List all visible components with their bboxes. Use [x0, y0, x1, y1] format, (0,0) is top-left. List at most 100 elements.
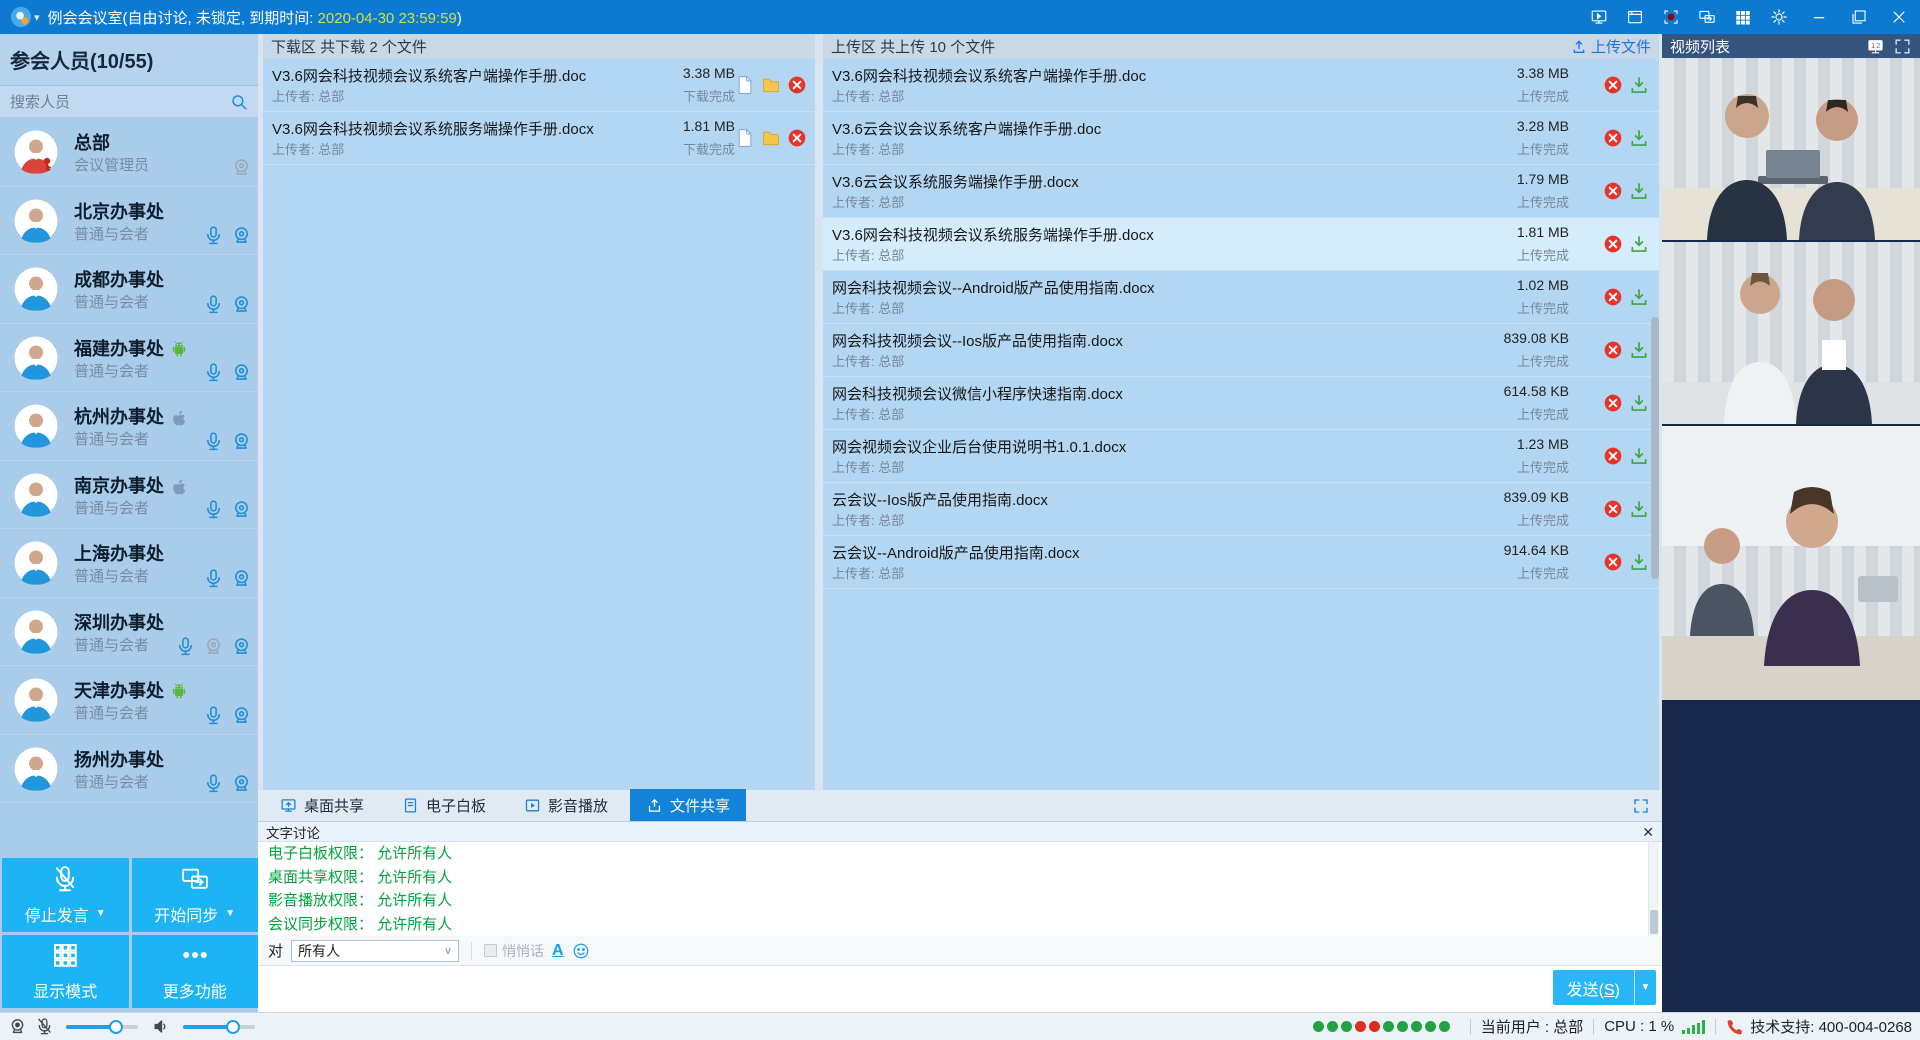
dropdown-caret[interactable]: ▼: [225, 908, 235, 919]
download-icon[interactable]: [1629, 128, 1649, 148]
participant-row[interactable]: 上海办事处 普通与会者: [0, 529, 258, 598]
upload-file-row[interactable]: V3.6云会议会议系统客户端操作手册.doc 上传者: 总部 3.28 MB 上…: [823, 112, 1659, 165]
fullscreen-icon[interactable]: [1632, 797, 1650, 815]
delete-icon[interactable]: [1603, 287, 1623, 307]
mic-icon[interactable]: [203, 225, 224, 246]
upload-file-row[interactable]: V3.6网会科技视频会议系统服务端操作手册.docx 上传者: 总部 1.81 …: [823, 218, 1659, 271]
tab-desktop-share[interactable]: 桌面共享: [264, 789, 380, 821]
checkbox-icon[interactable]: [484, 944, 497, 957]
delete-icon[interactable]: [1603, 181, 1623, 201]
participant-row[interactable]: 深圳办事处 普通与会者: [0, 598, 258, 667]
start-sync-button[interactable]: 开始同步▼: [132, 858, 259, 932]
send-dropdown-caret[interactable]: ▼: [1634, 970, 1656, 1005]
close-icon[interactable]: [1888, 6, 1910, 28]
video-thumbnail[interactable]: [1662, 426, 1920, 700]
mic-volume-slider[interactable]: [66, 1025, 138, 1029]
minimize-icon[interactable]: [1808, 6, 1830, 28]
whisper-checkbox[interactable]: 悄悄话: [484, 941, 544, 961]
delete-icon[interactable]: [1603, 234, 1623, 254]
mic-muted-icon[interactable]: [35, 1017, 54, 1036]
doc-icon[interactable]: [735, 75, 755, 95]
participant-row[interactable]: 成都办事处 普通与会者: [0, 255, 258, 324]
download-icon[interactable]: [1629, 75, 1649, 95]
search-input[interactable]: 搜索人员: [0, 86, 258, 118]
download-file-row[interactable]: V3.6网会科技视频会议系统客户端操作手册.doc 上传者: 总部 3.38 M…: [263, 59, 815, 112]
participant-row[interactable]: 福建办事处 普通与会者: [0, 324, 258, 393]
speaker-volume-slider[interactable]: [183, 1025, 255, 1029]
download-icon[interactable]: [1629, 499, 1649, 519]
mic-icon[interactable]: [175, 636, 196, 657]
mic-icon[interactable]: [203, 773, 224, 794]
mic-icon[interactable]: [203, 362, 224, 383]
participant-row[interactable]: 扬州办事处 普通与会者: [0, 735, 258, 804]
record-icon[interactable]: [1660, 6, 1682, 28]
tab-file-share[interactable]: 文件共享: [630, 789, 746, 821]
download-icon[interactable]: [1629, 446, 1649, 466]
mic-icon[interactable]: [203, 431, 224, 452]
webcam-icon[interactable]: [231, 431, 252, 452]
webcam-icon[interactable]: [231, 294, 252, 315]
upload-file-row[interactable]: 云会议--Android版产品使用指南.docx 上传者: 总部 914.64 …: [823, 536, 1659, 589]
folder-icon[interactable]: [761, 128, 781, 148]
delete-icon[interactable]: [787, 75, 807, 95]
webcam-icon[interactable]: [231, 225, 252, 246]
webcam-icon[interactable]: [231, 362, 252, 383]
send-button[interactable]: 发送(S) ▼: [1553, 970, 1656, 1005]
video-thumbnail[interactable]: [1662, 242, 1920, 424]
video-expand-icon[interactable]: [1893, 37, 1912, 56]
video-wall-icon[interactable]: [1732, 6, 1754, 28]
download-icon[interactable]: [1629, 181, 1649, 201]
webcam-icon[interactable]: [231, 499, 252, 520]
upload-file-row[interactable]: 网会科技视频会议--Ios版产品使用指南.docx 上传者: 总部 839.08…: [823, 324, 1659, 377]
download-file-row[interactable]: V3.6网会科技视频会议系统服务端操作手册.docx 上传者: 总部 1.81 …: [263, 112, 815, 165]
webcam-icon[interactable]: [231, 705, 252, 726]
upload-file-row[interactable]: V3.6云会议系统服务端操作手册.docx 上传者: 总部 1.79 MB 上传…: [823, 165, 1659, 218]
recipient-select[interactable]: 所有人 ∨: [291, 940, 459, 962]
upload-file-row[interactable]: 网会科技视频会议--Android版产品使用指南.docx 上传者: 总部 1.…: [823, 271, 1659, 324]
upload-file-row[interactable]: V3.6网会科技视频会议系统客户端操作手册.doc 上传者: 总部 3.38 M…: [823, 59, 1659, 112]
display-mode-button[interactable]: 显示模式: [2, 935, 129, 1009]
more-functions-button[interactable]: 更多功能: [132, 935, 259, 1009]
download-icon[interactable]: [1629, 340, 1649, 360]
video-layout-icon[interactable]: 12: [1866, 37, 1885, 56]
webcam-icon[interactable]: [231, 636, 252, 657]
speaker-icon[interactable]: [152, 1017, 171, 1036]
dropdown-caret[interactable]: ▼: [96, 908, 106, 919]
gear-icon[interactable]: [1768, 6, 1790, 28]
window-icon[interactable]: [1624, 6, 1646, 28]
delete-icon[interactable]: [1603, 393, 1623, 413]
upload-scrollbar-thumb[interactable]: [1651, 317, 1659, 579]
screen-share-icon[interactable]: [1588, 6, 1610, 28]
delete-icon[interactable]: [787, 128, 807, 148]
participant-row[interactable]: 杭州办事处 普通与会者: [0, 392, 258, 461]
webcam-icon[interactable]: [8, 1017, 27, 1036]
webcam-icon[interactable]: [231, 773, 252, 794]
delete-icon[interactable]: [1603, 446, 1623, 466]
mic-icon[interactable]: [203, 294, 224, 315]
upload-file-row[interactable]: 云会议--Ios版产品使用指南.docx 上传者: 总部 839.09 KB 上…: [823, 483, 1659, 536]
participant-row[interactable]: 南京办事处 普通与会者: [0, 461, 258, 530]
chat-scrollbar-thumb[interactable]: [1650, 910, 1658, 934]
delete-icon[interactable]: [1603, 75, 1623, 95]
mic-icon[interactable]: [203, 499, 224, 520]
delete-icon[interactable]: [1603, 552, 1623, 572]
delete-icon[interactable]: [1603, 499, 1623, 519]
chat-close-icon[interactable]: ✕: [1642, 825, 1654, 839]
video-thumbnail[interactable]: [1662, 58, 1920, 240]
doc-icon[interactable]: [735, 128, 755, 148]
upload-file-row[interactable]: 网会科技视频会议微信小程序快速指南.docx 上传者: 总部 614.58 KB…: [823, 377, 1659, 430]
emoji-icon[interactable]: [572, 942, 590, 960]
font-icon[interactable]: A: [552, 942, 564, 960]
restore-icon[interactable]: [1848, 6, 1870, 28]
sync-screens-icon[interactable]: [1696, 6, 1718, 28]
delete-icon[interactable]: [1603, 340, 1623, 360]
participant-row[interactable]: 天津办事处 普通与会者: [0, 666, 258, 735]
message-input[interactable]: 发送(S) ▼: [258, 966, 1662, 1012]
folder-icon[interactable]: [761, 75, 781, 95]
webcam-off-icon[interactable]: [203, 636, 224, 657]
upload-file-row[interactable]: 网会视频会议企业后台使用说明书1.0.1.docx 上传者: 总部 1.23 M…: [823, 430, 1659, 483]
mic-icon[interactable]: [203, 568, 224, 589]
download-icon[interactable]: [1629, 393, 1649, 413]
download-icon[interactable]: [1629, 234, 1649, 254]
participant-row[interactable]: 总部 会议管理员: [0, 118, 258, 187]
